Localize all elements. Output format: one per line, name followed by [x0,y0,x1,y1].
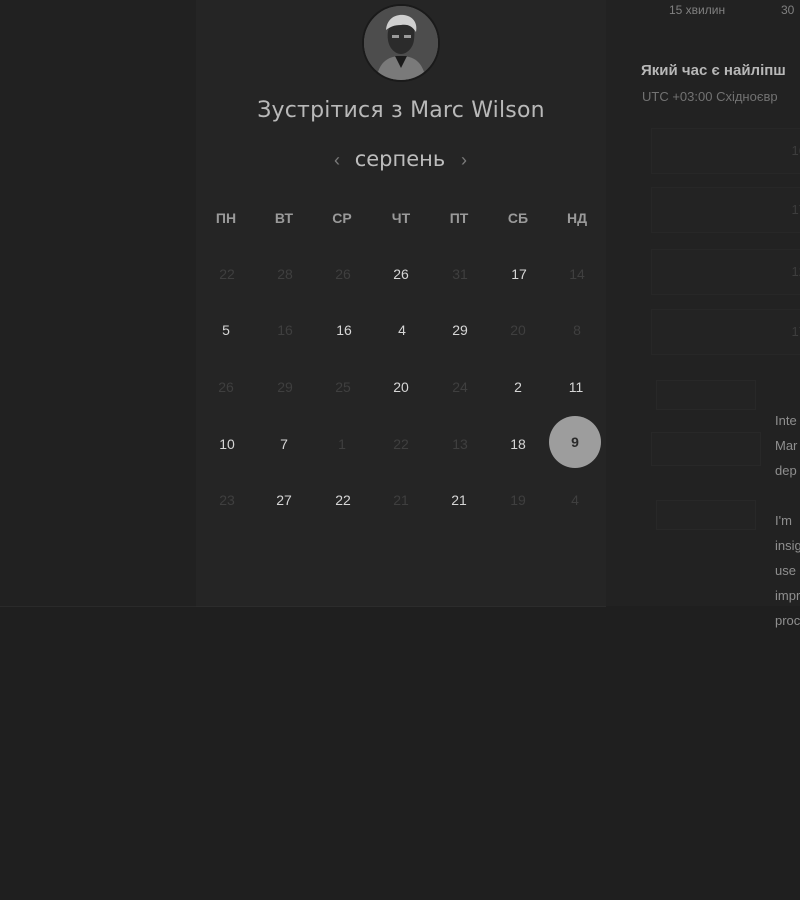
calendar-day[interactable]: 20 [381,375,421,399]
time-slot-label: 12 [791,264,800,279]
duration-options: 15 хвилин 30 [669,3,800,19]
calendar-day: 20 [510,322,526,338]
calendar-day-selected[interactable]: 9 [549,416,601,468]
calendar-day: 8 [573,322,581,338]
timezone-label[interactable]: UTC +03:00 Східноєвр [642,89,800,104]
calendar-day[interactable]: 16 [324,318,364,342]
description-line: dep [775,463,797,478]
calendar-day: 25 [335,379,351,395]
calendar-card: Зустрітися з Marc Wilson ‹ серпень › ПН … [196,0,606,607]
calendar-day[interactable]: 2 [498,375,538,399]
calendar-day: 31 [452,266,468,282]
calendar-day: 23 [219,492,235,508]
description-line: I'm [775,513,792,528]
page-title: Зустрітися з Marc Wilson [257,98,545,123]
calendar-day: 26 [335,266,351,282]
calendar-day: 21 [393,492,409,508]
calendar-day: 1 [338,436,346,452]
faded-slot [656,500,756,530]
calendar-day[interactable]: 27 [264,488,304,512]
weekday-wed: СР [332,210,352,226]
booking-page: Зустрітися з Marc Wilson ‹ серпень › ПН … [0,0,800,900]
calendar-day[interactable]: 26 [381,262,421,286]
calendar-day[interactable]: 18 [498,432,538,456]
description-line: Inte [775,413,797,428]
weekday-sun: НД [566,210,588,226]
calendar-day[interactable]: 17 [499,262,539,286]
weekday-sat: СБ [507,210,529,226]
calendar-day[interactable]: 7 [264,432,304,456]
calendar-day: 29 [277,379,293,395]
calendar-day: 16 [277,322,293,338]
weekday-fri: ПТ [449,210,469,226]
host-avatar [362,4,440,82]
chevron-right-icon[interactable]: › [454,149,474,171]
calendar-day[interactable]: 10 [207,432,247,456]
calendar-day[interactable]: 11 [556,375,596,399]
calendar-day: 26 [218,379,234,395]
description-line: proc [775,613,800,628]
month-label: серпень [354,147,446,171]
description-line: impr [775,588,800,603]
time-slot[interactable]: 17 [651,309,800,355]
description-line: Mar [775,438,798,453]
calendar-day: 24 [452,379,468,395]
time-slot[interactable]: 17 [651,187,800,233]
person-avatar-icon [364,6,438,80]
time-slot[interactable]: 16 [651,128,800,174]
booking-panel: 15 хвилин 30 Який час є найліпш UTC +03:… [606,0,800,628]
calendar-day[interactable]: 4 [382,318,422,342]
left-backdrop [0,0,196,607]
time-slot-label: 17 [791,324,800,339]
chevron-left-icon[interactable]: ‹ [327,149,347,171]
faded-slot [651,432,761,466]
calendar-day[interactable]: 5 [206,318,246,342]
month-navigation: ‹ серпень › [196,147,606,177]
calendar-day[interactable]: 22 [323,488,363,512]
calendar-day[interactable]: 21 [439,488,479,512]
time-slot-label: 16 [791,143,800,158]
time-slot[interactable]: 12 [651,249,800,295]
weekday-tue: ВТ [274,210,294,226]
calendar-day: 28 [277,266,293,282]
calendar-day: 4 [571,492,579,508]
faded-slot [656,380,756,410]
calendar-day: 14 [569,266,585,282]
weekday-mon: ПН [215,210,237,226]
duration-option-15[interactable]: 15 хвилин [669,3,725,17]
calendar-day[interactable]: 29 [440,318,480,342]
time-question: Який час є найліпш [641,62,786,79]
calendar-day: 19 [510,492,526,508]
description-line: use [775,563,796,578]
calendar-day: 13 [452,436,468,452]
time-slot-label: 17 [791,202,800,217]
calendar-day: 22 [219,266,235,282]
weekday-thu: ЧТ [391,210,411,226]
description-line: insig [775,538,800,553]
calendar-day: 22 [393,436,409,452]
duration-option-30[interactable]: 30 [781,3,794,17]
